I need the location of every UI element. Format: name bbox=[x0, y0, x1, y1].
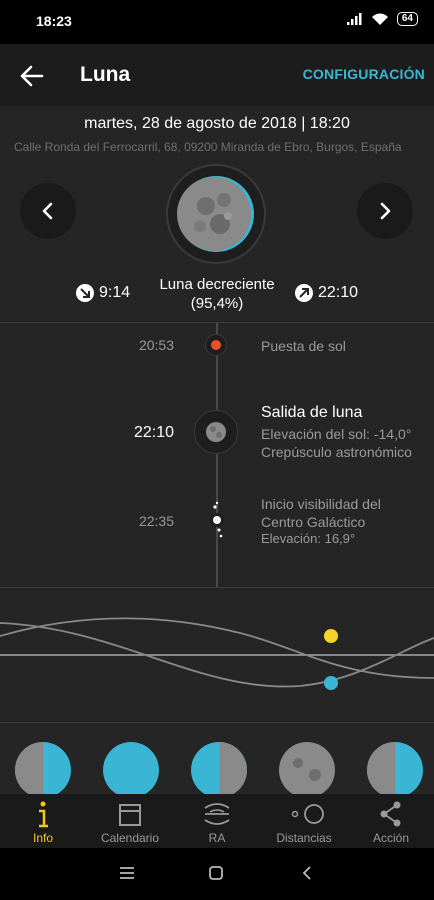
event-title: Puesta de sol bbox=[261, 338, 346, 354]
system-nav-bar bbox=[0, 848, 434, 900]
share-icon bbox=[380, 801, 401, 827]
event-detail: Centro Galáctico bbox=[261, 514, 366, 530]
galactic-center-marker bbox=[204, 499, 230, 541]
event-time: 22:35 bbox=[138, 513, 174, 529]
distances-icon bbox=[291, 804, 324, 824]
calendar-icon bbox=[119, 804, 141, 826]
back-arrow-icon[interactable] bbox=[18, 62, 46, 90]
phase-thumb-icon[interactable] bbox=[191, 742, 247, 795]
moon-icon bbox=[177, 176, 254, 252]
phase-name: Luna decreciente bbox=[159, 276, 275, 293]
moonset-icon bbox=[76, 284, 94, 302]
chevron-right-icon bbox=[380, 202, 391, 220]
tab-distancias[interactable]: Distancias bbox=[261, 794, 347, 848]
previous-day-button[interactable] bbox=[20, 183, 76, 239]
address-label: Calle Ronda del Ferrocarril, 68, 09200 M… bbox=[14, 140, 402, 154]
event-detail: Elevación del sol: -14,0° bbox=[261, 426, 412, 442]
moon-small-icon bbox=[206, 422, 226, 442]
phase-thumb-icon[interactable] bbox=[279, 742, 335, 795]
sunset-dot-icon bbox=[211, 340, 221, 350]
event-title: Salida de luna bbox=[261, 404, 363, 421]
tab-label: Distancias bbox=[276, 831, 332, 845]
event-time: 20:53 bbox=[138, 337, 174, 353]
battery-icon: 64 bbox=[396, 12, 418, 26]
moonrise-icon bbox=[295, 284, 313, 302]
chevron-left-icon bbox=[42, 202, 53, 220]
phase-thumbnails bbox=[15, 742, 423, 795]
sun-curve bbox=[0, 617, 434, 679]
event-time: 22:10 bbox=[133, 424, 174, 441]
moonrise-time: 22:10 bbox=[318, 284, 359, 301]
sun-position-icon bbox=[324, 629, 338, 643]
tab-calendario[interactable]: Calendario bbox=[87, 794, 173, 848]
events-timeline: 20:53 Puesta de sol 22:10 Salida de luna… bbox=[0, 322, 434, 587]
tab-label: Calendario bbox=[100, 831, 160, 845]
event-detail: Crepúsculo astronómico bbox=[261, 444, 412, 460]
menu-icon[interactable] bbox=[118, 865, 136, 881]
event-detail: Elevación: 16,9° bbox=[261, 531, 356, 546]
moonset-info: 9:14 bbox=[76, 284, 130, 302]
config-button[interactable]: CONFIGURACIÓN bbox=[303, 66, 425, 82]
moonset-time: 9:14 bbox=[99, 284, 131, 301]
home-icon[interactable] bbox=[208, 865, 224, 881]
signal-icon bbox=[346, 13, 362, 25]
status-time: 18:23 bbox=[36, 13, 72, 29]
tab-label: Info bbox=[32, 831, 53, 845]
timeline-axis bbox=[216, 323, 218, 587]
event-title: Inicio visibilidad del bbox=[261, 496, 381, 512]
status-bar: 18:23 64 bbox=[0, 0, 434, 44]
phase-thumb-icon[interactable] bbox=[367, 742, 423, 795]
tab-accion[interactable]: Acción bbox=[348, 794, 434, 848]
phase-percent: (95,4%) bbox=[190, 295, 244, 312]
moonrise-marker bbox=[194, 410, 238, 454]
moon-position-icon bbox=[324, 676, 338, 690]
moonrise-info: 22:10 bbox=[295, 284, 358, 302]
page-title: Luna bbox=[80, 63, 131, 86]
tab-ra[interactable]: RA bbox=[174, 794, 260, 848]
back-nav-icon[interactable] bbox=[300, 865, 316, 881]
moon-phase-display bbox=[166, 164, 266, 264]
tab-label: Acción bbox=[372, 831, 410, 845]
altitude-curves bbox=[0, 617, 434, 690]
date-label: martes, 28 de agosto de 2018 | 18:20 bbox=[84, 115, 350, 132]
ar-icon bbox=[204, 803, 230, 825]
phase-label: Luna decreciente (95,4%) bbox=[130, 275, 304, 313]
sunset-marker bbox=[205, 334, 227, 356]
status-icons: 64 bbox=[346, 12, 418, 26]
next-day-button[interactable] bbox=[357, 183, 413, 239]
tab-label: RA bbox=[208, 831, 226, 845]
phase-thumb-icon[interactable] bbox=[103, 742, 159, 795]
phase-thumb-icon[interactable] bbox=[15, 742, 71, 795]
altitude-graph[interactable] bbox=[0, 587, 434, 722]
wifi-icon bbox=[371, 13, 388, 25]
moon-phase-strip[interactable] bbox=[0, 722, 434, 795]
bottom-tab-bar: Info Calendario RA Distancias Acción bbox=[0, 794, 434, 848]
tab-info[interactable]: Info bbox=[0, 794, 86, 848]
info-icon bbox=[39, 801, 48, 828]
milky-way-icon bbox=[210, 501, 224, 538]
